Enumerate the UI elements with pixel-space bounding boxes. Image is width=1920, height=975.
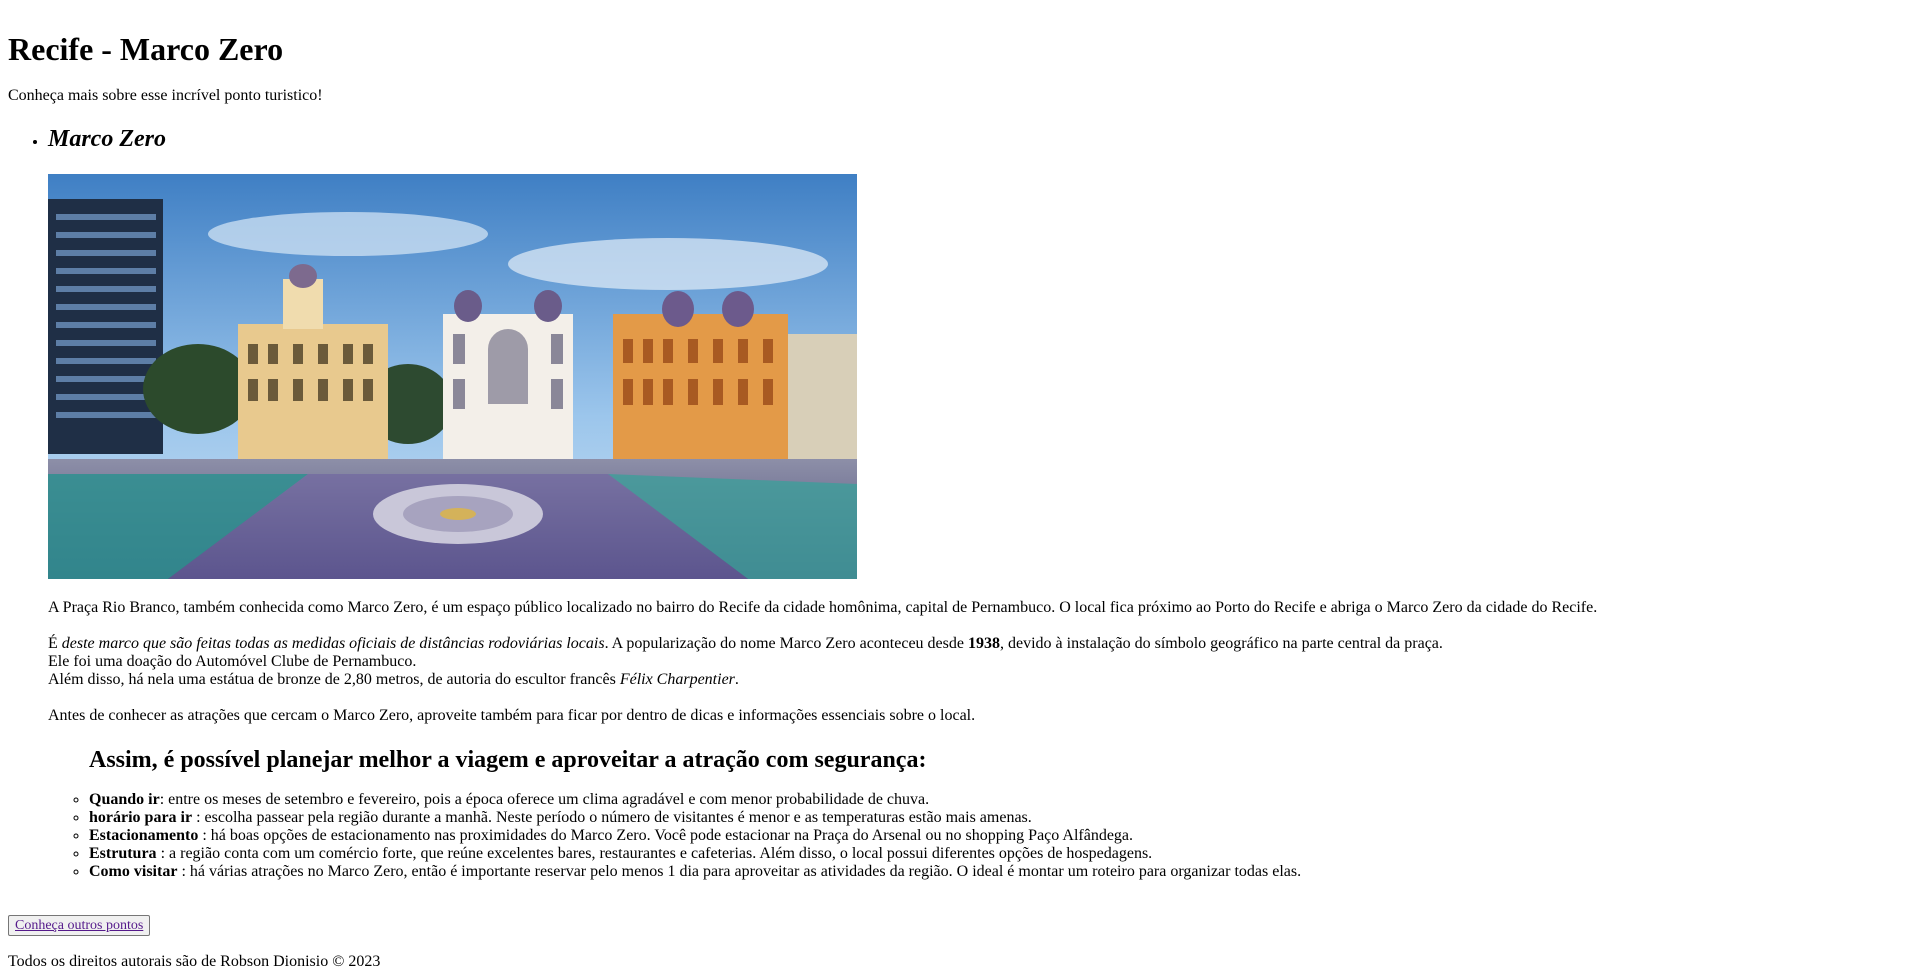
- tip-term: Quando ir: [89, 791, 160, 808]
- tip-item: Quando ir: entre os meses de setembro e …: [89, 791, 1912, 809]
- tip-item: Estacionamento : há boas opções de estac…: [89, 827, 1912, 845]
- tip-text: : há boas opções de estacionamento nas p…: [198, 827, 1134, 844]
- tip-text: : há várias atrações no Marco Zero, entã…: [177, 863, 1302, 880]
- tip-text: : escolha passear pela região durante a …: [192, 809, 1032, 826]
- page-title: Recife - Marco Zero: [8, 31, 284, 67]
- statue-suffix: .: [734, 671, 739, 688]
- tip-term: horário para ir: [89, 809, 193, 826]
- tips-list: Quando ir: entre os meses de setembro e …: [48, 791, 1912, 881]
- page-subtitle: Conheça mais sobre esse incrível ponto t…: [8, 87, 323, 104]
- history-donation: Ele foi uma doação do Automóvel Clube de…: [48, 653, 417, 670]
- statue-prefix: Além disso, há nela uma estátua de bronz…: [48, 671, 620, 688]
- tip-term: Estrutura: [89, 845, 157, 862]
- marco-zero-painting: [48, 174, 857, 579]
- tip-term: Como visitar: [89, 863, 178, 880]
- section-heading: Marco Zero: [48, 126, 166, 152]
- tip-text: : entre os meses de setembro e fevereiro…: [159, 791, 930, 808]
- intro-tips-paragraph: Antes de conhecer as atrações que cercam…: [48, 707, 976, 724]
- actions-bar: Conheça outros pontos: [8, 915, 1912, 936]
- description-paragraph: A Praça Rio Branco, também conhecida com…: [48, 599, 1598, 616]
- tip-item: Estrutura : a região conta com um comérc…: [89, 845, 1912, 863]
- history-paragraph: É deste marco que são feitas todas as me…: [48, 635, 1912, 689]
- history-suffix: , devido à instalação do símbolo geográf…: [999, 635, 1443, 652]
- footer-copyright: Todos os direitos autorais são de Robson…: [8, 953, 381, 970]
- tip-item: Como visitar : há várias atrações no Mar…: [89, 863, 1912, 881]
- history-prefix: É: [48, 635, 62, 652]
- painting-illustration: [48, 174, 857, 579]
- content-list: Marco Zero: [8, 126, 1912, 881]
- other-points-button[interactable]: Conheça outros pontos: [8, 915, 151, 936]
- tips-heading: Assim, é possível planejar melhor a viag…: [89, 747, 927, 773]
- tip-item: horário para ir : escolha passear pela r…: [89, 809, 1912, 827]
- history-middle: . A popularização do nome Marco Zero aco…: [604, 635, 968, 652]
- tip-term: Estacionamento: [89, 827, 199, 844]
- sculptor-name: Félix Charpentier: [619, 671, 735, 688]
- history-italic: deste marco que são feitas todas as medi…: [61, 635, 605, 652]
- list-item: Marco Zero: [48, 126, 1912, 881]
- history-year: 1938: [967, 635, 1000, 652]
- tip-text: : a região conta com um comércio forte, …: [156, 845, 1153, 862]
